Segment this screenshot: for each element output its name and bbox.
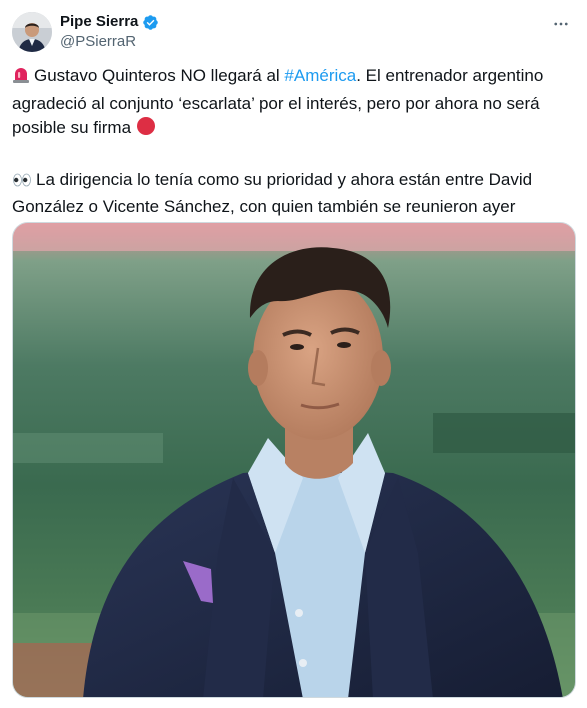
tweet-card[interactable]: Pipe Sierra @PSierraR Gustavo Quinteros … bbox=[0, 0, 587, 708]
more-options-icon[interactable] bbox=[549, 12, 573, 36]
verified-badge-icon bbox=[142, 14, 159, 31]
tweet-paragraph-1: Gustavo Quinteros NO llegará al #América… bbox=[12, 64, 572, 144]
tweet-photo[interactable] bbox=[12, 222, 576, 698]
tweet-paragraph-2-text: La dirigencia lo tenía como su prioridad… bbox=[12, 169, 533, 217]
red-circle-emoji bbox=[136, 116, 156, 144]
avatar[interactable] bbox=[12, 12, 52, 52]
eyes-emoji bbox=[12, 171, 32, 196]
user-handle[interactable]: @PSierraR bbox=[60, 33, 136, 51]
display-name[interactable]: Pipe Sierra bbox=[60, 12, 138, 32]
tweet-text-before: Gustavo Quinteros NO llegará al bbox=[34, 66, 285, 85]
rotating-light-emoji bbox=[12, 66, 30, 92]
hashtag-link[interactable]: #América bbox=[284, 66, 356, 85]
tweet-text: Gustavo Quinteros NO llegará al #América… bbox=[12, 64, 572, 220]
tweet-paragraph-2: La dirigencia lo tenía como su prioridad… bbox=[12, 168, 572, 220]
